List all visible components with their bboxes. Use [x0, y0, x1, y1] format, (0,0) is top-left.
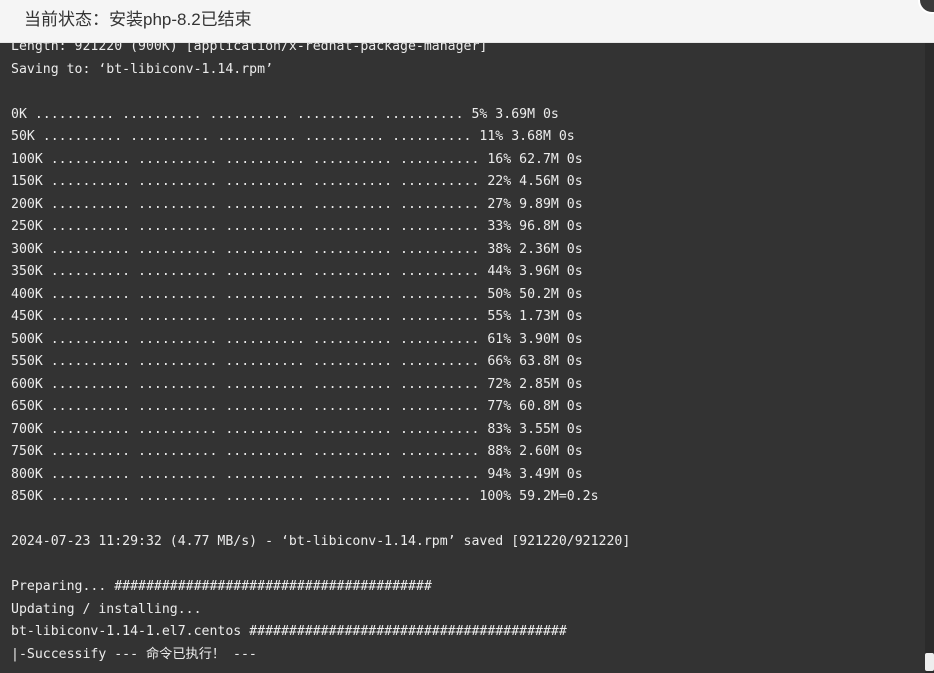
log-line: 50K .......... .......... .......... ...… — [11, 129, 575, 144]
log-line: 300K .......... .......... .......... ..… — [11, 241, 583, 257]
log-line: 800K .......... .......... .......... ..… — [11, 466, 583, 482]
scrollbar-thumb[interactable] — [925, 653, 934, 671]
log-line: |-Successify --- 命令已执行！ --- — [11, 646, 257, 662]
log-line: 100K .......... .......... .......... ..… — [11, 151, 583, 167]
log-line: 0K .......... .......... .......... ....… — [11, 106, 559, 122]
install-status-dialog: 当前状态：安装php-8.2已结束 Length: 921220 (900K) … — [0, 0, 934, 673]
log-line: 700K .......... .......... .......... ..… — [11, 421, 583, 437]
log-line: 850K .......... .......... .......... ..… — [11, 489, 599, 504]
log-line: Updating / installing... — [11, 601, 202, 617]
log-line: 550K .......... .......... .......... ..… — [11, 354, 583, 369]
log-line: 200K .......... .......... .......... ..… — [11, 196, 583, 212]
log-line: 450K .......... .......... .......... ..… — [11, 309, 583, 324]
log-line: Length: 921220 (900K) [application/x-red… — [11, 43, 488, 54]
log-line: Preparing... ###########################… — [11, 579, 432, 594]
log-line: 650K .......... .......... .......... ..… — [11, 399, 583, 414]
log-line: bt-libiconv-1.14-1.el7.centos ##########… — [11, 624, 567, 639]
log-text: Length: 921220 (900K) [application/x-red… — [11, 43, 630, 666]
log-line: 600K .......... .......... .......... ..… — [11, 376, 583, 392]
log-line: 2024-07-23 11:29:32 (4.77 MB/s) - ‘bt-li… — [11, 534, 631, 549]
terminal-scrollbar[interactable] — [925, 43, 934, 673]
log-line: 150K .......... .......... .......... ..… — [11, 174, 583, 189]
log-line: 500K .......... .......... .......... ..… — [11, 331, 583, 347]
terminal-output: Length: 921220 (900K) [application/x-red… — [0, 43, 934, 673]
dialog-title: 当前状态：安装php-8.2已结束 — [24, 10, 252, 29]
log-line: 250K .......... .......... .......... ..… — [11, 219, 583, 234]
log-line: Saving to: ‘bt-libiconv-1.14.rpm’ — [11, 61, 274, 77]
log-line: 750K .......... .......... .......... ..… — [11, 444, 583, 459]
log-line: 350K .......... .......... .......... ..… — [11, 264, 583, 279]
dialog-titlebar: 当前状态：安装php-8.2已结束 — [0, 0, 934, 43]
log-line: 400K .......... .......... .......... ..… — [11, 286, 583, 302]
